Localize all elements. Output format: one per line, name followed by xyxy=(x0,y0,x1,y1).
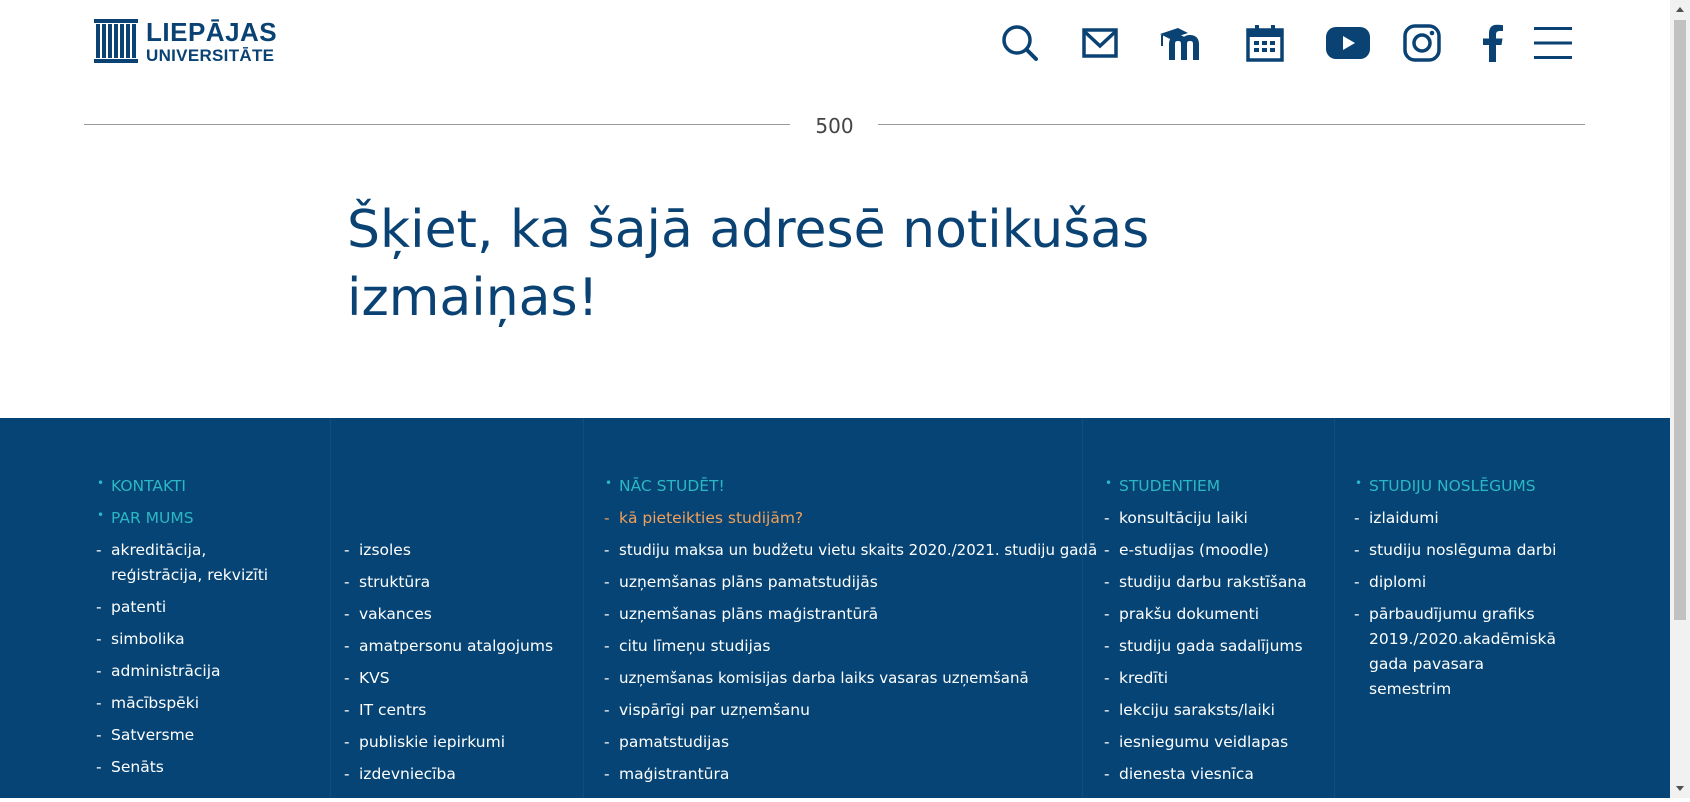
footer-col-students: STUDENTIEM konsultāciju laiki e-studijas… xyxy=(1104,471,1324,794)
footer-list-about: akreditācija, reģistrācija, rekvizīti pa… xyxy=(96,538,296,780)
footer-list-about-more: izsoles struktūra vakances amatpersonu a… xyxy=(344,538,574,787)
footer-col-about: KONTAKTI PAR MUMS akreditācija, reģistrā… xyxy=(96,471,296,787)
footer-link[interactable]: lekciju saraksts/laiki xyxy=(1104,698,1324,723)
footer-link[interactable]: diplomi xyxy=(1354,570,1569,595)
footer-link[interactable]: iesniegumu veidlapas xyxy=(1104,730,1324,755)
footer: KONTAKTI PAR MUMS akreditācija, reģistrā… xyxy=(0,418,1670,798)
moodle-icon[interactable] xyxy=(1158,18,1208,68)
footer-link[interactable]: studiju maksa un budžetu vietu skaits 20… xyxy=(604,538,1097,563)
mail-icon[interactable] xyxy=(1082,18,1118,68)
footer-link[interactable]: vakances xyxy=(344,602,574,627)
page: LIEPĀJAS UNIVERSITĀTE 500 Šķiet, ka šajā… xyxy=(0,0,1670,798)
footer-link[interactable]: prakšu dokumenti xyxy=(1104,602,1324,627)
vertical-scrollbar[interactable] xyxy=(1670,0,1690,798)
footer-link[interactable]: akreditācija, reģistrācija, rekvizīti xyxy=(96,538,296,588)
footer-link[interactable]: publiskie iepirkumi xyxy=(344,730,574,755)
error-code: 500 xyxy=(84,114,1585,138)
instagram-icon[interactable] xyxy=(1403,18,1441,68)
footer-link[interactable]: vispārīgi par uzņemšanu xyxy=(604,698,1079,723)
footer-section-students[interactable]: STUDENTIEM xyxy=(1104,471,1324,499)
menu-icon[interactable] xyxy=(1533,18,1573,68)
footer-link-how-to-apply[interactable]: kā pieteikties studijām? xyxy=(604,506,1079,531)
footer-list-students: konsultāciju laiki e-studijas (moodle) s… xyxy=(1104,506,1324,787)
footer-link[interactable]: pamatstudijas xyxy=(604,730,1079,755)
footer-section-admission[interactable]: NĀC STUDĒT! xyxy=(604,471,1079,499)
scrollbar-thumb[interactable] xyxy=(1674,20,1686,620)
footer-section-graduation[interactable]: STUDIJU NOSLĒGUMS xyxy=(1354,471,1569,499)
footer-link[interactable]: mācībspēki xyxy=(96,691,296,716)
footer-section-contacts[interactable]: KONTAKTI xyxy=(96,471,296,499)
error-code-row: 500 xyxy=(84,112,1585,140)
footer-link[interactable]: citu līmeņu studijas xyxy=(604,634,1079,659)
footer-link[interactable]: administrācija xyxy=(96,659,296,684)
footer-col-graduation: STUDIJU NOSLĒGUMS izlaidumi studiju nosl… xyxy=(1354,471,1569,709)
footer-link[interactable]: kredīti xyxy=(1104,666,1324,691)
footer-col-divider xyxy=(583,418,584,798)
footer-link[interactable]: studiju darbu rakstīšana xyxy=(1104,570,1324,595)
header-icon-bar xyxy=(0,18,1670,68)
footer-link[interactable]: pārbaudījumu grafiks 2019./2020.akadēmis… xyxy=(1354,602,1556,702)
footer-col-divider xyxy=(330,418,331,798)
youtube-icon[interactable] xyxy=(1326,18,1370,68)
footer-col-admission: NĀC STUDĒT! kā pieteikties studijām? stu… xyxy=(604,471,1097,794)
footer-link[interactable]: izsoles xyxy=(344,538,574,563)
footer-link[interactable]: konsultāciju laiki xyxy=(1104,506,1324,531)
footer-col-divider xyxy=(1082,418,1083,798)
footer-link[interactable]: uzņemšanas komisijas darba laiks vasaras… xyxy=(604,666,1079,691)
footer-link[interactable]: uzņemšanas plāns pamatstudijās xyxy=(604,570,1079,595)
footer-link[interactable]: dienesta viesnīca xyxy=(1104,762,1324,787)
footer-link[interactable]: izdevniecība xyxy=(344,762,574,787)
footer-list-graduation: izlaidumi studiju noslēguma darbi diplom… xyxy=(1354,506,1569,702)
scroll-up-arrow-icon[interactable] xyxy=(1670,0,1690,20)
footer-link[interactable]: Satversme xyxy=(96,723,296,748)
footer-link[interactable]: Senāts xyxy=(96,755,296,780)
footer-link[interactable]: izlaidumi xyxy=(1354,506,1569,531)
footer-link[interactable]: e-studijas (moodle) xyxy=(1104,538,1324,563)
footer-link[interactable]: amatpersonu atalgojums xyxy=(344,634,574,659)
footer-link[interactable]: struktūra xyxy=(344,570,574,595)
footer-link[interactable]: studiju noslēguma darbi xyxy=(1354,538,1569,563)
footer-link[interactable]: uzņemšanas plāns maģistrantūrā xyxy=(604,602,1079,627)
footer-link[interactable]: studiju gada sadalījums xyxy=(1104,634,1324,659)
search-icon[interactable] xyxy=(1000,18,1040,68)
footer-col-about-more: izsoles struktūra vakances amatpersonu a… xyxy=(344,538,574,794)
footer-list-admission: kā pieteikties studijām? studiju maksa u… xyxy=(604,506,1097,787)
error-message: Šķiet, ka šajā adresē notikušas izmaiņas… xyxy=(347,200,1150,328)
footer-link[interactable]: KVS xyxy=(344,666,574,691)
scroll-down-arrow-icon[interactable] xyxy=(1670,778,1690,798)
footer-link[interactable]: maģistrantūra xyxy=(604,762,1079,787)
calendar-icon[interactable] xyxy=(1245,18,1285,68)
footer-section-about[interactable]: PAR MUMS xyxy=(96,503,296,531)
footer-link[interactable]: IT centrs xyxy=(344,698,574,723)
footer-link[interactable]: patenti xyxy=(96,595,296,620)
footer-link[interactable]: simbolika xyxy=(96,627,296,652)
footer-col-divider xyxy=(1334,418,1335,798)
error-code-text: 500 xyxy=(801,114,868,138)
facebook-icon[interactable] xyxy=(1481,18,1505,68)
